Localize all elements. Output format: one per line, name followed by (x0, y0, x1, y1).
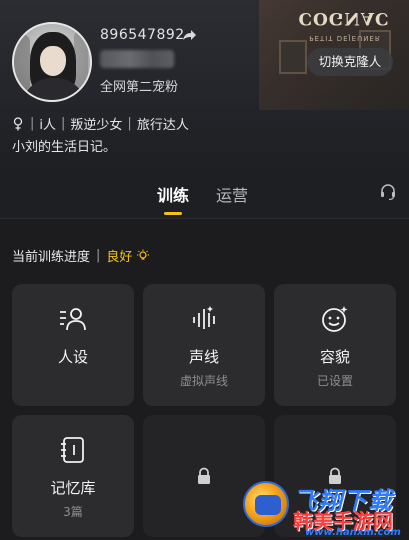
lightbulb-icon (137, 249, 150, 260)
tag-item: 叛逆少女 (70, 118, 123, 133)
memory-book-icon (61, 437, 84, 463)
bio: 小刘的生活日记。 (12, 140, 117, 155)
card-voice[interactable]: 声线 虚拟声线 (143, 284, 265, 406)
card-locked[interactable] (274, 415, 396, 537)
training-progress: 当前训练进度 | 良好 (12, 246, 150, 265)
nickname-blurred (100, 50, 174, 68)
tag-item: 旅行达人 (136, 118, 189, 133)
user-id: 896547892 (100, 27, 185, 43)
progress-label: 当前训练进度 (12, 250, 91, 265)
fan-title: 全网第二宠粉 (100, 80, 179, 95)
card-memory[interactable]: 记忆库 3篇 (12, 415, 134, 537)
background-frame (279, 40, 307, 74)
card-title: 声线 (188, 348, 219, 366)
progress-status: 良好 (106, 250, 133, 265)
background-brand: COGNAC (298, 8, 390, 28)
card-subtitle: 已设置 (316, 374, 353, 388)
tab-operation[interactable]: 运营 (216, 182, 248, 206)
tag-item: i人 (39, 118, 57, 133)
card-title: 人设 (57, 348, 88, 366)
background-brand-sub: PETIT DEJEUNER (309, 34, 381, 42)
profile-tags: | i人 | 叛逆少女 | 旅行达人 (12, 114, 189, 133)
tab-bar: 训练 运营 (0, 172, 409, 218)
card-subtitle: 3篇 (63, 505, 83, 519)
card-title: 容貌 (319, 348, 350, 366)
voice-wave-icon (193, 306, 215, 329)
female-icon (13, 116, 23, 130)
card-locked[interactable] (143, 415, 265, 537)
switch-clone-button[interactable]: 切换克隆人 (307, 48, 393, 76)
card-subtitle: 虚拟声线 (179, 374, 228, 388)
share-icon[interactable] (181, 27, 197, 43)
active-tab-indicator (164, 212, 182, 215)
avatar[interactable] (12, 22, 92, 102)
card-title: 记忆库 (50, 479, 96, 497)
tab-training[interactable]: 训练 (157, 182, 189, 206)
headset-icon[interactable] (379, 183, 397, 201)
profile-header: COGNAC PETIT DEJEUNER 896547892 全网第二宠粉 切… (0, 0, 409, 172)
face-sparkle-icon (322, 306, 348, 332)
card-appearance[interactable]: 容貌 已设置 (274, 284, 396, 406)
lock-icon (198, 467, 210, 484)
lock-icon (329, 467, 341, 484)
card-persona[interactable]: 人设 (12, 284, 134, 406)
persona-icon (60, 308, 86, 331)
